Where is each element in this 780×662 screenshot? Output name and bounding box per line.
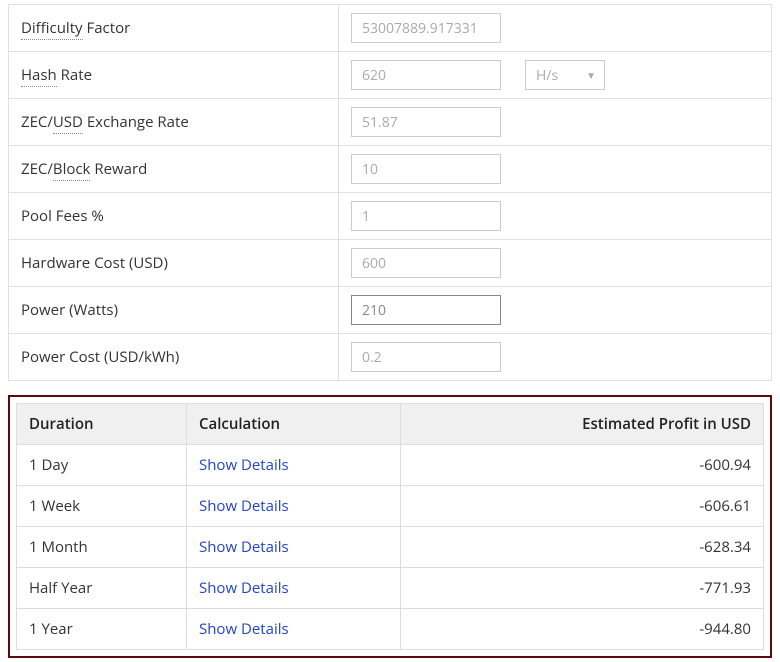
cell-calculation: Show Details [187,486,401,527]
show-details-link[interactable]: Show Details [199,496,289,516]
results-table: Duration Calculation Estimated Profit in… [16,403,764,650]
show-details-link[interactable]: Show Details [199,455,289,475]
cell-calculation: Show Details [187,609,401,650]
field-extra-cell [513,334,772,381]
table-row: Half Year Show Details -771.93 [17,568,764,609]
results-panel: Duration Calculation Estimated Profit in… [8,395,772,658]
field-extra-cell [513,193,772,240]
field-extra-cell: H/s ▼ [513,52,772,99]
field-input[interactable] [351,342,501,372]
field-input-cell [339,146,514,193]
field-input-cell [339,193,514,240]
field-extra-cell [513,5,772,52]
field-input-cell [339,52,514,99]
cell-profit: -628.34 [401,527,764,568]
field-label: Power Cost (USD/kWh) [9,334,339,381]
form-row: Hash Rate H/s ▼ [9,52,772,99]
field-input-cell [339,99,514,146]
field-input[interactable] [351,201,501,231]
field-label: ZEC/Block Reward [9,146,339,193]
field-label: Power (Watts) [9,287,339,334]
table-row: 1 Month Show Details -628.34 [17,527,764,568]
field-extra-cell [513,99,772,146]
show-details-link[interactable]: Show Details [199,537,289,557]
cell-profit: -606.61 [401,486,764,527]
field-extra-cell [513,287,772,334]
cell-duration: 1 Year [17,609,187,650]
form-row: Power Cost (USD/kWh) [9,334,772,381]
field-input-cell [339,240,514,287]
field-label: Difficulty Factor [9,5,339,52]
cell-calculation: Show Details [187,568,401,609]
header-profit: Estimated Profit in USD [401,404,764,445]
table-row: 1 Day Show Details -600.94 [17,445,764,486]
cell-duration: 1 Day [17,445,187,486]
field-input[interactable] [351,154,501,184]
cell-duration: Half Year [17,568,187,609]
show-details-link[interactable]: Show Details [199,619,289,639]
field-input[interactable] [351,107,501,137]
cell-duration: 1 Week [17,486,187,527]
form-row: Hardware Cost (USD) [9,240,772,287]
field-input-cell [339,5,514,52]
form-row: Pool Fees % [9,193,772,240]
field-extra-cell [513,240,772,287]
show-details-link[interactable]: Show Details [199,578,289,598]
results-header-row: Duration Calculation Estimated Profit in… [17,404,764,445]
form-row: ZEC/USD Exchange Rate [9,99,772,146]
field-input[interactable] [351,248,501,278]
unit-select[interactable]: H/s ▼ [525,60,605,90]
cell-profit: -600.94 [401,445,764,486]
field-input[interactable] [351,295,501,325]
field-label: ZEC/USD Exchange Rate [9,99,339,146]
field-input-cell [339,287,514,334]
field-input-cell [339,334,514,381]
parameters-form: Difficulty FactorHash Rate H/s ▼ ZEC/USD Ex… [8,4,772,381]
form-row: Difficulty Factor [9,5,772,52]
cell-duration: 1 Month [17,527,187,568]
header-duration: Duration [17,404,187,445]
field-label: Pool Fees % [9,193,339,240]
field-input[interactable] [351,60,501,90]
field-label: Hardware Cost (USD) [9,240,339,287]
form-row: ZEC/Block Reward [9,146,772,193]
cell-calculation: Show Details [187,527,401,568]
field-label: Hash Rate [9,52,339,99]
cell-profit: -771.93 [401,568,764,609]
table-row: 1 Year Show Details -944.80 [17,609,764,650]
field-extra-cell [513,146,772,193]
unit-select-value: H/s [536,66,558,85]
table-row: 1 Week Show Details -606.61 [17,486,764,527]
header-calculation: Calculation [187,404,401,445]
cell-calculation: Show Details [187,445,401,486]
cell-profit: -944.80 [401,609,764,650]
form-row: Power (Watts) [9,287,772,334]
chevron-down-icon: ▼ [586,68,596,82]
field-input[interactable] [351,13,501,43]
